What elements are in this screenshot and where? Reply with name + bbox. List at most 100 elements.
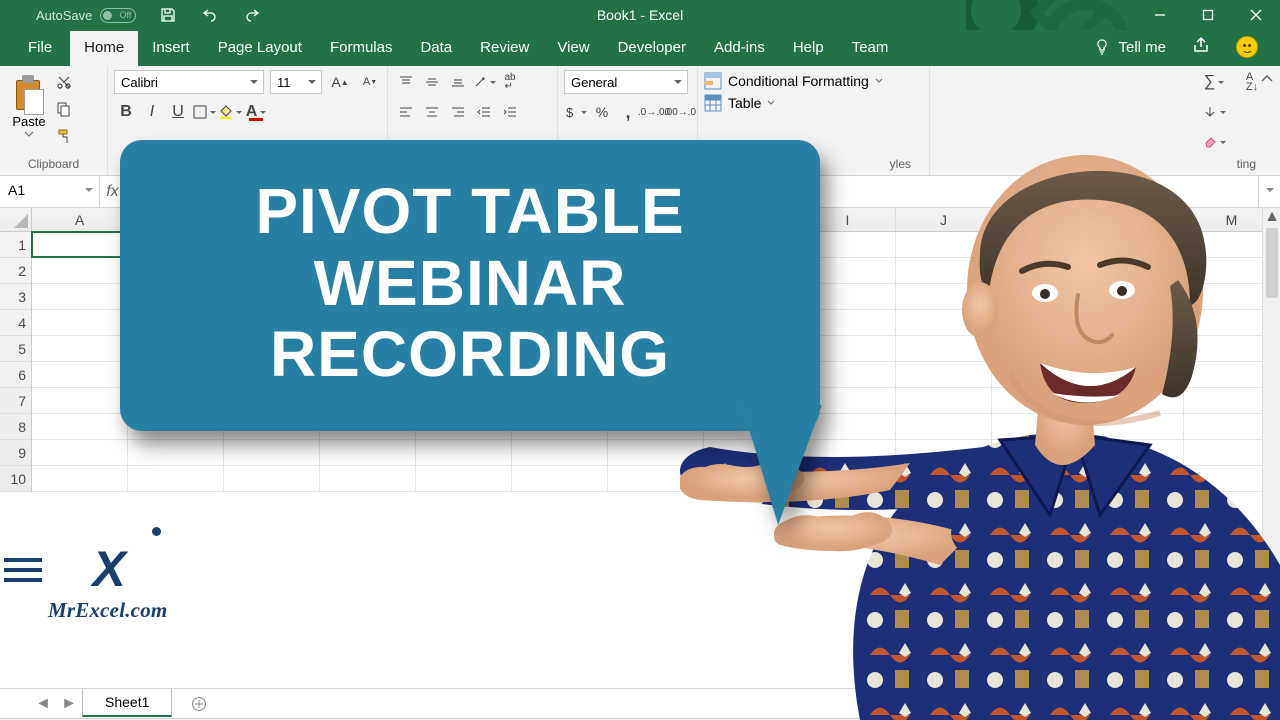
cell[interactable] — [896, 414, 992, 439]
cell[interactable] — [224, 466, 320, 491]
cell[interactable] — [32, 336, 128, 361]
cell[interactable] — [896, 388, 992, 413]
tab-addins[interactable]: Add-ins — [700, 31, 779, 66]
cell[interactable] — [896, 362, 992, 387]
decrease-indent-icon[interactable] — [472, 100, 496, 124]
cell[interactable] — [992, 388, 1088, 413]
increase-decimal-icon[interactable]: .0→.00 — [642, 100, 666, 124]
cell[interactable] — [128, 440, 224, 465]
cell[interactable] — [1088, 310, 1184, 335]
cell[interactable] — [32, 232, 128, 257]
align-center-icon[interactable] — [420, 100, 444, 124]
row-header[interactable]: 7 — [0, 388, 31, 414]
paste-button[interactable]: Paste — [6, 70, 52, 141]
autosave-toggle[interactable]: Off — [100, 8, 136, 23]
cell[interactable] — [224, 440, 320, 465]
cell[interactable] — [320, 440, 416, 465]
tab-insert[interactable]: Insert — [138, 31, 204, 66]
cell[interactable] — [896, 284, 992, 309]
decrease-font-icon[interactable]: A▼ — [358, 70, 382, 94]
cell[interactable] — [32, 310, 128, 335]
cell[interactable] — [992, 232, 1088, 257]
comma-icon[interactable]: , — [616, 100, 640, 124]
row-header[interactable]: 6 — [0, 362, 31, 388]
cell[interactable] — [128, 466, 224, 491]
cell[interactable] — [32, 466, 128, 491]
accounting-format-icon[interactable]: $ — [564, 100, 588, 124]
fill-color-icon[interactable] — [218, 100, 242, 124]
cell[interactable] — [32, 440, 128, 465]
cell[interactable] — [1088, 362, 1184, 387]
cell[interactable] — [800, 466, 896, 491]
select-all-corner[interactable] — [0, 208, 32, 232]
name-box[interactable]: A1 — [0, 176, 100, 207]
new-sheet-button[interactable] — [182, 694, 216, 714]
increase-font-icon[interactable]: A▲ — [328, 70, 352, 94]
close-button[interactable] — [1232, 0, 1280, 30]
scroll-left-icon[interactable]: ◄ — [950, 695, 968, 713]
row-header[interactable]: 5 — [0, 336, 31, 362]
cell[interactable] — [32, 414, 128, 439]
tab-file[interactable]: File — [10, 31, 70, 66]
feedback-icon[interactable] — [1236, 36, 1258, 58]
vertical-scrollbar[interactable]: ▲ ▼ — [1262, 208, 1280, 688]
number-format-combo[interactable]: General — [564, 70, 688, 94]
underline-icon[interactable]: U — [166, 100, 190, 124]
column-header[interactable]: A — [32, 208, 128, 231]
tab-home[interactable]: Home — [70, 31, 138, 66]
cell[interactable] — [416, 466, 512, 491]
format-painter-icon[interactable] — [56, 128, 72, 149]
format-as-table-button[interactable]: Table — [704, 94, 775, 112]
align-bottom-icon[interactable] — [446, 70, 470, 94]
scroll-down-icon[interactable]: ▼ — [1263, 670, 1280, 688]
bold-icon[interactable]: B — [114, 100, 138, 124]
cut-icon[interactable] — [56, 74, 72, 95]
autosum-icon[interactable]: ∑ — [1202, 70, 1226, 94]
cell[interactable] — [896, 336, 992, 361]
cell[interactable] — [1088, 388, 1184, 413]
cell[interactable] — [992, 258, 1088, 283]
tab-team[interactable]: Team — [838, 31, 903, 66]
decrease-decimal-icon[interactable]: .00→.0 — [668, 100, 692, 124]
wrap-text-icon[interactable]: ab↵ — [498, 70, 522, 94]
tell-me-search[interactable]: Tell me — [1094, 39, 1166, 56]
horizontal-scrollbar[interactable]: ◄ ► — [216, 695, 1280, 713]
cell[interactable] — [896, 232, 992, 257]
align-right-icon[interactable] — [446, 100, 470, 124]
tab-page-layout[interactable]: Page Layout — [204, 31, 316, 66]
cell[interactable] — [608, 440, 704, 465]
cell[interactable] — [32, 388, 128, 413]
align-left-icon[interactable] — [394, 100, 418, 124]
clear-icon[interactable] — [1202, 130, 1226, 154]
sheet-nav-prev-icon[interactable]: ◄ — [30, 695, 56, 713]
expand-formula-bar-icon[interactable] — [1258, 176, 1280, 207]
scroll-right-icon[interactable]: ► — [1256, 695, 1274, 713]
cell[interactable] — [992, 466, 1088, 491]
tab-formulas[interactable]: Formulas — [316, 31, 407, 66]
tab-data[interactable]: Data — [406, 31, 466, 66]
cell[interactable] — [416, 440, 512, 465]
row-header[interactable]: 10 — [0, 466, 31, 492]
sheet-nav-next-icon[interactable]: ► — [56, 695, 82, 713]
autosave-control[interactable]: AutoSave Off — [0, 8, 136, 23]
row-header[interactable]: 1 — [0, 232, 31, 258]
orientation-icon[interactable] — [472, 70, 496, 94]
row-header[interactable]: 9 — [0, 440, 31, 466]
scroll-thumb[interactable] — [1266, 228, 1278, 298]
cell[interactable] — [32, 284, 128, 309]
cell[interactable] — [1088, 284, 1184, 309]
row-header[interactable]: 4 — [0, 310, 31, 336]
conditional-formatting-button[interactable]: Conditional Formatting — [704, 72, 883, 90]
italic-icon[interactable]: I — [140, 100, 164, 124]
cell[interactable] — [992, 440, 1088, 465]
copy-icon[interactable] — [56, 101, 72, 122]
cell[interactable] — [1088, 414, 1184, 439]
cell[interactable] — [32, 362, 128, 387]
save-icon[interactable] — [156, 3, 180, 27]
row-headers[interactable]: 12345678910 — [0, 232, 32, 492]
tab-review[interactable]: Review — [466, 31, 543, 66]
cell[interactable] — [608, 466, 704, 491]
sheet-tab-sheet1[interactable]: Sheet1 — [82, 689, 172, 717]
cell[interactable] — [992, 310, 1088, 335]
minimize-button[interactable] — [1136, 0, 1184, 30]
